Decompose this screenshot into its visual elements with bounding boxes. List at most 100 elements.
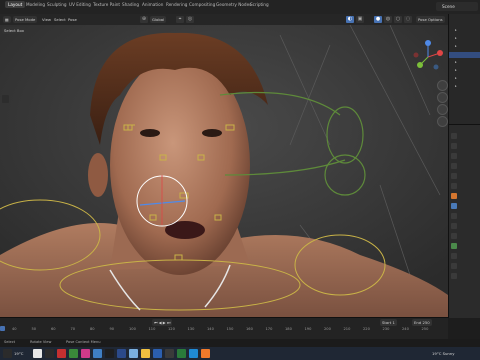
tab-shading[interactable]: Shading <box>122 2 139 7</box>
start-frame-field[interactable]: Start 1 <box>380 319 397 326</box>
timeline-tick-label: 90 <box>109 327 115 331</box>
search-icon[interactable] <box>45 349 54 358</box>
character-mouth <box>165 221 205 239</box>
timeline-tick-label: 110 <box>148 327 156 331</box>
transform-pivot-icon[interactable]: ⊕ <box>140 16 148 23</box>
timeline-tick-label: 220 <box>363 327 370 331</box>
camera-view-icon[interactable] <box>437 104 448 115</box>
scene-tab-icon[interactable] <box>451 173 457 179</box>
shading-material-icon[interactable]: ◍ <box>384 16 392 23</box>
bone-tab-icon[interactable] <box>451 253 457 259</box>
file-explorer-icon[interactable] <box>141 349 150 358</box>
outliner-row[interactable]: ▸ <box>455 44 457 48</box>
app-icon[interactable] <box>129 349 138 358</box>
outliner-row[interactable]: ▸ <box>455 76 457 80</box>
tool-tab-icon[interactable] <box>451 133 457 139</box>
tab-texture-paint[interactable]: Texture Paint <box>93 2 120 7</box>
zoom-icon[interactable] <box>437 80 448 91</box>
weather-status: 19°C Sunny <box>432 351 455 356</box>
app-icon[interactable] <box>93 349 102 358</box>
xray-icon[interactable]: ▣ <box>356 16 364 23</box>
app-icon[interactable] <box>117 349 126 358</box>
texture-tab-icon[interactable] <box>451 273 457 279</box>
start-frame-value: 1 <box>392 320 395 325</box>
tab-modeling[interactable]: Modeling <box>26 2 45 7</box>
outliner-row[interactable]: ▸ <box>455 84 457 88</box>
modifier-tab-icon[interactable] <box>451 203 457 209</box>
output-tab-icon[interactable] <box>451 153 457 159</box>
particles-tab-icon[interactable] <box>451 213 457 219</box>
scene-selector[interactable]: Scene <box>436 2 478 11</box>
tab-uv-editing[interactable]: UV Editing <box>69 2 91 7</box>
tab-animation[interactable]: Animation <box>142 2 163 7</box>
tab-compositing[interactable]: Compositing <box>189 2 215 7</box>
proportional-icon[interactable]: ◎ <box>186 16 194 23</box>
object-tab-icon[interactable] <box>451 193 457 199</box>
timeline-tick-label: 190 <box>304 327 312 331</box>
windows-start-icon[interactable] <box>33 349 42 358</box>
select-box-tool[interactable]: Select Box <box>2 27 26 34</box>
outliner-selected-row[interactable] <box>449 52 480 58</box>
snap-icon[interactable]: ⌖ <box>176 16 184 23</box>
world-tab-icon[interactable] <box>451 183 457 189</box>
timeline-tick-label: 200 <box>324 327 331 331</box>
constraints-tab-icon[interactable] <box>451 233 457 239</box>
word-icon[interactable] <box>153 349 162 358</box>
blender-icon[interactable] <box>201 349 210 358</box>
app-icon[interactable] <box>81 349 90 358</box>
app-icon[interactable] <box>57 349 66 358</box>
outliner-row[interactable]: ▸ <box>455 36 457 40</box>
orientation-dropdown[interactable]: Global <box>150 16 167 23</box>
app-icon[interactable] <box>69 349 78 358</box>
timeline-tick-label: 70 <box>70 327 76 331</box>
shading-rendered-icon[interactable]: ○ <box>394 16 402 23</box>
toolbar-toggle-icon[interactable] <box>2 95 9 103</box>
end-frame-field[interactable]: End 250 <box>412 319 432 326</box>
properties-panel <box>448 124 480 318</box>
timeline-tick-label: 180 <box>285 327 292 331</box>
windows-taskbar: 19°C 19°C Sunny <box>0 347 480 360</box>
tab-geometry-nodes[interactable]: Geometry Nodes <box>216 2 251 7</box>
outliner-row[interactable]: ▸ <box>455 28 457 32</box>
material-tab-icon[interactable] <box>451 263 457 269</box>
editor-type-button[interactable]: ▦ <box>3 16 11 23</box>
data-tab-icon[interactable] <box>451 243 457 249</box>
timeline-tick-label: 240 <box>402 327 409 331</box>
timeline-tick-label: 230 <box>382 327 390 331</box>
timeline-tick-label: 170 <box>265 327 273 331</box>
ortho-toggle-icon[interactable] <box>437 116 448 127</box>
tab-layout[interactable]: Layout <box>5 1 26 8</box>
tab-sculpting[interactable]: Sculpting <box>47 2 67 7</box>
render-tab-icon[interactable] <box>451 143 457 149</box>
view-layer-tab-icon[interactable] <box>451 163 457 169</box>
shading-wire-icon[interactable]: ◌ <box>404 16 412 23</box>
status-rotate-view: Rotate View <box>30 340 52 344</box>
viewport-canvas[interactable] <box>0 25 448 317</box>
playhead[interactable] <box>0 326 5 331</box>
start-frame-label: Start <box>382 320 392 325</box>
timeline-tick-label: 120 <box>168 327 175 331</box>
pan-icon[interactable] <box>437 92 448 103</box>
app-icon[interactable] <box>177 349 186 358</box>
timeline-tick-label: 250 <box>421 327 429 331</box>
app-icon[interactable] <box>165 349 174 358</box>
app-icon[interactable] <box>105 349 114 358</box>
app-icon[interactable] <box>189 349 198 358</box>
tab-rendering[interactable]: Rendering <box>166 2 187 7</box>
left-eye <box>140 129 160 137</box>
navigation-gizmo[interactable] <box>410 39 446 75</box>
physics-tab-icon[interactable] <box>451 223 457 229</box>
3d-viewport[interactable]: Select Box <box>0 25 448 317</box>
timeline[interactable]: ⏮ ◀ ▶ ⏭ Start 1 End 250 40 50 60 70 80 90 100 1… <box>0 317 448 340</box>
mode-dropdown[interactable]: Pose Mode <box>13 16 38 23</box>
outliner-row[interactable]: ▸ <box>455 68 457 72</box>
shading-solid-icon[interactable]: ● <box>374 16 382 23</box>
playback-controls[interactable]: ⏮ ◀ ▶ ⏭ <box>152 319 173 326</box>
pose-options-button[interactable]: Pose Options <box>416 16 445 23</box>
tab-scripting[interactable]: Scripting <box>250 2 269 7</box>
weather-widget-icon[interactable] <box>3 349 12 358</box>
overlay-toggle-icon[interactable]: ◐ <box>346 16 354 23</box>
pose-menu[interactable]: Pose <box>66 16 79 23</box>
timeline-tick-label: 160 <box>246 327 253 331</box>
outliner-row[interactable]: ▸ <box>455 60 457 64</box>
